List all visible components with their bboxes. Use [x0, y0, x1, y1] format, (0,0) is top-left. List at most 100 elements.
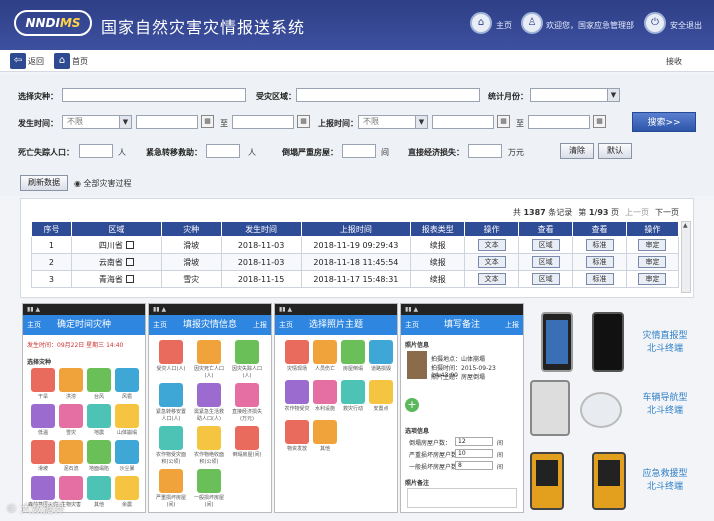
default-button[interactable]: 默认 [598, 143, 632, 159]
severe-count-field[interactable]: 10 [455, 449, 493, 458]
region-button[interactable]: 区域 [531, 273, 560, 285]
occur-start-input[interactable] [136, 115, 198, 129]
occur-end-input[interactable] [232, 115, 294, 129]
photo-thumbnail[interactable] [407, 351, 427, 379]
report-start-input[interactable] [432, 115, 494, 129]
tile-button[interactable] [341, 340, 365, 364]
calendar-icon[interactable]: ▦ [497, 115, 510, 128]
collapsed-input[interactable] [342, 144, 376, 158]
tile-label: 一般损坏房屋(间) [193, 495, 224, 508]
tile-button[interactable] [115, 440, 139, 464]
region-button[interactable]: 区域 [531, 239, 560, 251]
relocated-input[interactable] [206, 144, 240, 158]
deaths-input[interactable] [79, 144, 113, 158]
stat-month-select[interactable]: ▼ [530, 88, 620, 102]
refresh-button[interactable]: 刷新数据 [20, 175, 68, 191]
approve-button[interactable]: 审定 [638, 239, 667, 251]
tile-button[interactable] [369, 340, 393, 364]
logout-link[interactable]: 安全退出 [670, 20, 702, 31]
tile-button[interactable] [87, 404, 111, 428]
disaster-type-label: 选择灾种： [18, 92, 58, 101]
tile-button[interactable] [31, 476, 55, 500]
collapsed-count-field[interactable]: 12 [455, 437, 493, 446]
search-button[interactable]: 搜索>> [632, 112, 696, 132]
col-header: 查看 [572, 221, 627, 237]
field-label: 倒塌房屋户数： [409, 440, 452, 447]
calendar-icon[interactable]: ▦ [297, 115, 310, 128]
text-button[interactable]: 文本 [477, 273, 506, 285]
receive-link[interactable]: 接收 [666, 56, 682, 67]
tile-button[interactable] [285, 340, 309, 364]
table-row[interactable]: 3 青海省 雪灾 2018-11-15 2018-11-17 15:48:31 … [31, 270, 680, 288]
tile-button[interactable] [115, 404, 139, 428]
table-row[interactable]: 2 云南省 滑坡 2018-11-03 2018-11-18 11:45:54 … [31, 253, 680, 271]
home-icon[interactable]: ⌂ [470, 12, 492, 34]
text-button[interactable]: 文本 [477, 256, 506, 268]
tile-button[interactable] [159, 426, 183, 450]
prev-page-link[interactable]: 上一页 [625, 207, 649, 218]
tile-button[interactable] [313, 420, 337, 444]
tile-button[interactable] [87, 476, 111, 500]
approve-button[interactable]: 审定 [638, 273, 667, 285]
tile-button[interactable] [115, 476, 139, 500]
tile-button[interactable] [59, 476, 83, 500]
standard-button[interactable]: 标准 [585, 273, 614, 285]
tile-button[interactable] [159, 383, 183, 407]
disaster-type-input[interactable] [62, 88, 246, 102]
standard-button[interactable]: 标准 [585, 239, 614, 251]
add-icon[interactable]: + [405, 398, 419, 412]
tile-button[interactable] [159, 469, 183, 493]
tile-button[interactable] [369, 380, 393, 404]
map-icon[interactable] [125, 275, 134, 283]
logout-icon[interactable]: ⏻ [644, 12, 666, 34]
map-icon[interactable] [125, 258, 134, 266]
table-scrollbar[interactable] [681, 221, 691, 293]
tile-button[interactable] [59, 440, 83, 464]
minor-count-field[interactable]: 8 [455, 461, 493, 470]
region-button[interactable]: 区域 [531, 256, 560, 268]
occur-time-select[interactable]: 不限 ▼ [62, 115, 132, 129]
chevron-down-icon: ▼ [119, 116, 131, 128]
standard-button[interactable]: 标准 [585, 256, 614, 268]
table-row[interactable]: 1 四川省 滑坡 2018-11-03 2018-11-19 09:29:43 … [31, 236, 680, 254]
tile-button[interactable] [235, 383, 259, 407]
note-textarea[interactable] [407, 488, 517, 508]
tile-button[interactable] [313, 380, 337, 404]
report-end-input[interactable] [528, 115, 590, 129]
report-time-select[interactable]: 不限 ▼ [358, 115, 428, 129]
tile-button[interactable] [285, 380, 309, 404]
tile-button[interactable] [87, 368, 111, 392]
tile-button[interactable] [197, 340, 221, 364]
tile-button[interactable] [235, 426, 259, 450]
next-page-link[interactable]: 下一页 [655, 207, 679, 218]
tile-button[interactable] [31, 440, 55, 464]
tile-button[interactable] [159, 340, 183, 364]
tile-button[interactable] [313, 340, 337, 364]
tile-button[interactable] [341, 380, 365, 404]
tile-button[interactable] [59, 368, 83, 392]
approve-button[interactable]: 审定 [638, 256, 667, 268]
tile-button[interactable] [197, 469, 221, 493]
loss-input[interactable] [468, 144, 502, 158]
tile-button[interactable] [197, 383, 221, 407]
tile-button[interactable] [235, 340, 259, 364]
back-button[interactable]: ⇦ 返回 [10, 53, 44, 69]
home-button[interactable]: ⌂ 首页 [54, 53, 88, 69]
tile-button[interactable] [285, 420, 309, 444]
chevron-down-icon: ▼ [607, 89, 619, 101]
text-button[interactable]: 文本 [477, 239, 506, 251]
calendar-icon[interactable]: ▦ [201, 115, 214, 128]
tile-button[interactable] [59, 404, 83, 428]
tile-button[interactable] [31, 368, 55, 392]
all-process-radio[interactable]: ◉ 全部灾害过程 [74, 178, 132, 189]
calendar-icon[interactable]: ▦ [593, 115, 606, 128]
map-icon[interactable] [125, 241, 134, 249]
region-input[interactable] [296, 88, 480, 102]
tile-button[interactable] [87, 440, 111, 464]
home-link[interactable]: 主页 [496, 20, 512, 31]
tile-button[interactable] [31, 404, 55, 428]
tile-button[interactable] [115, 368, 139, 392]
tile-button[interactable] [197, 426, 221, 450]
clear-button[interactable]: 清除 [560, 143, 594, 159]
home-label: 首页 [72, 56, 88, 66]
